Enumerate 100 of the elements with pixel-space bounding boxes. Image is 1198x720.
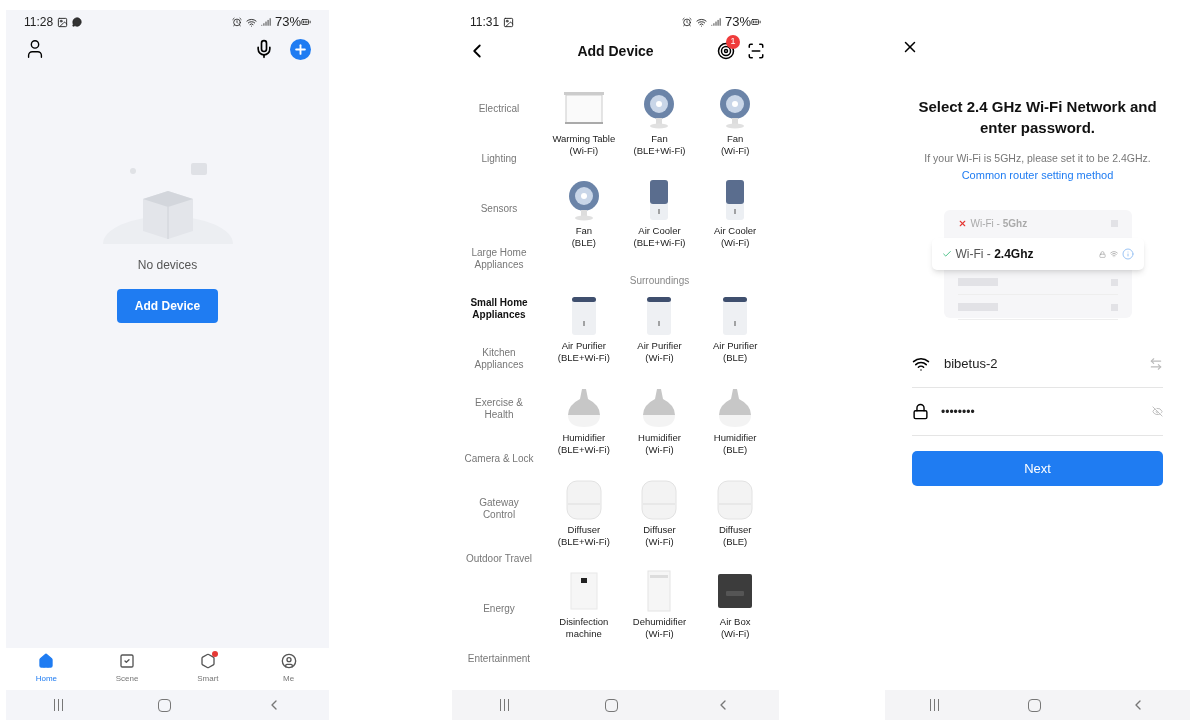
device-protocol: (BLE+Wi-Fi) <box>557 536 610 548</box>
add-device-button[interactable]: Add Device <box>117 289 218 323</box>
device-item[interactable]: Humidifier (BLE) <box>697 383 773 475</box>
device-name: Fan <box>650 133 669 145</box>
device-name: Fan <box>574 225 593 237</box>
category-item[interactable]: Kitchen Appliances <box>452 334 546 384</box>
device-item[interactable]: Air Purifier (BLE) <box>697 291 773 383</box>
device-protocol: (Wi-Fi) <box>645 628 674 640</box>
device-item[interactable]: Air Box (Wi-Fi) <box>697 567 773 659</box>
hexagon-icon <box>199 653 216 669</box>
device-item[interactable]: Fan (Wi-Fi) <box>697 84 773 176</box>
add-button[interactable] <box>290 38 311 60</box>
home-button[interactable] <box>1027 698 1041 712</box>
device-item[interactable]: Air Cooler (BLE+Wi-Fi) <box>621 176 698 268</box>
device-name: Air Purifier <box>560 340 607 352</box>
password-field[interactable]: •••••••• <box>912 388 1163 437</box>
category-item[interactable]: Entertainment <box>452 634 546 684</box>
device-name: Air Cooler <box>713 225 758 237</box>
next-button[interactable]: Next <box>912 451 1163 487</box>
network-field[interactable]: bibetus-2 <box>912 340 1163 389</box>
network-name: Wi-Fi - 5Ghz <box>970 216 1028 231</box>
tab[interactable]: Scene <box>102 653 153 685</box>
home-icon <box>38 653 55 669</box>
notification-badge: 1 <box>726 35 740 49</box>
device-item[interactable]: Air Cooler (Wi-Fi) <box>697 176 773 268</box>
alarm-icon <box>681 17 692 27</box>
recent-apps-button[interactable] <box>929 699 939 711</box>
category-item[interactable]: Camera & Lock <box>452 434 546 484</box>
home-button[interactable] <box>157 698 171 712</box>
device-name: Diffuser <box>642 524 677 536</box>
category-item[interactable]: Small Home Appliances <box>452 284 546 334</box>
battery-icon <box>301 17 311 27</box>
device-item[interactable]: Humidifier (Wi-Fi) <box>621 383 698 475</box>
status-time: 11:28 <box>24 14 54 31</box>
device-protocol: (Wi-Fi) <box>569 145 599 157</box>
device-name: Air Cooler <box>637 225 682 237</box>
battery-icon <box>751 17 761 27</box>
device-protocol: (Wi-Fi) <box>720 237 750 249</box>
device-protocol: (BLE) <box>571 237 596 249</box>
device-name: Air Purifier <box>712 340 759 352</box>
tab[interactable]: Smart <box>182 653 233 685</box>
device-protocol: (BLE+Wi-Fi) <box>633 145 686 157</box>
category-item[interactable]: Outdoor Travel <box>452 534 546 584</box>
category-item[interactable]: Gateway Control <box>452 484 546 534</box>
device-item[interactable]: Warming Table (Wi-Fi) <box>546 84 622 176</box>
device-item[interactable]: Dehumidifier (Wi-Fi) <box>621 567 698 659</box>
microphone-icon[interactable] <box>254 39 274 59</box>
category-item[interactable]: Sensors <box>452 184 546 234</box>
device-protocol: (BLE+Wi-Fi) <box>557 444 610 456</box>
recent-apps-button[interactable] <box>500 699 510 711</box>
device-item[interactable]: Fan (BLE) <box>546 176 622 268</box>
device-item[interactable]: Diffuser (BLE) <box>697 475 773 567</box>
battery-level: 73% <box>274 13 301 32</box>
category-item[interactable]: Electrical <box>452 84 546 134</box>
device-protocol: (Wi-Fi) <box>720 628 750 640</box>
battery-level: 73% <box>724 13 751 32</box>
tab[interactable]: Home <box>21 653 72 685</box>
device-item[interactable]: Disinfection machine <box>546 567 622 659</box>
signal-icon <box>260 17 271 27</box>
device-name: Disinfection machine <box>558 616 610 640</box>
lock-icon <box>1098 250 1106 258</box>
wifi-icon <box>1109 250 1118 259</box>
device-protocol: (Wi-Fi) <box>720 145 750 157</box>
category-item[interactable]: Energy <box>452 584 546 634</box>
device-item[interactable]: Air Purifier (Wi-Fi) <box>621 291 698 383</box>
device-protocol: (BLE) <box>723 352 748 364</box>
switch-network-icon[interactable] <box>1149 356 1163 371</box>
category-item[interactable]: Large Home Appliances <box>452 234 546 284</box>
qr-scan-icon[interactable] <box>747 42 765 60</box>
status-time: 11:31 <box>470 14 500 31</box>
scan-nearby-icon[interactable] <box>717 42 735 60</box>
check-icon <box>941 249 952 260</box>
wifi-icon <box>695 16 707 28</box>
recent-apps-button[interactable] <box>53 699 63 711</box>
section-heading: Surroundings <box>628 274 691 288</box>
category-item[interactable]: Exercise & Health <box>452 384 546 434</box>
device-item[interactable]: Air Purifier (BLE+Wi-Fi) <box>546 291 622 383</box>
device-protocol: (BLE) <box>723 444 748 456</box>
tab[interactable]: Me <box>263 653 314 685</box>
wifi-icon <box>245 16 257 28</box>
page-title: Add Device <box>577 41 654 61</box>
home-button[interactable] <box>605 698 619 712</box>
device-name: Air Box <box>718 616 752 628</box>
device-name: Dehumidifier <box>631 616 688 628</box>
device-name: Humidifier <box>561 432 607 444</box>
device-protocol: (Wi-Fi) <box>645 444 674 456</box>
device-item[interactable]: Humidifier (BLE+Wi-Fi) <box>546 383 622 475</box>
device-item[interactable]: Diffuser (BLE+Wi-Fi) <box>546 475 622 567</box>
device-protocol: (BLE+Wi-Fi) <box>557 352 610 364</box>
device-name: Air Purifier <box>636 340 683 352</box>
heading: Select 2.4 GHz Wi-Fi Network and enter password. <box>917 97 1158 138</box>
device-protocol: (Wi-Fi) <box>645 536 674 548</box>
device-name: Humidifier <box>712 432 758 444</box>
category-item[interactable]: Lighting <box>452 134 546 184</box>
image-icon <box>503 16 515 28</box>
alarm-icon <box>231 17 242 27</box>
device-item[interactable]: Diffuser (Wi-Fi) <box>621 475 698 567</box>
router-setting-link[interactable]: Common router setting method <box>961 166 1114 184</box>
device-item[interactable]: Fan (BLE+Wi-Fi) <box>621 84 698 176</box>
cross-icon <box>957 218 967 228</box>
